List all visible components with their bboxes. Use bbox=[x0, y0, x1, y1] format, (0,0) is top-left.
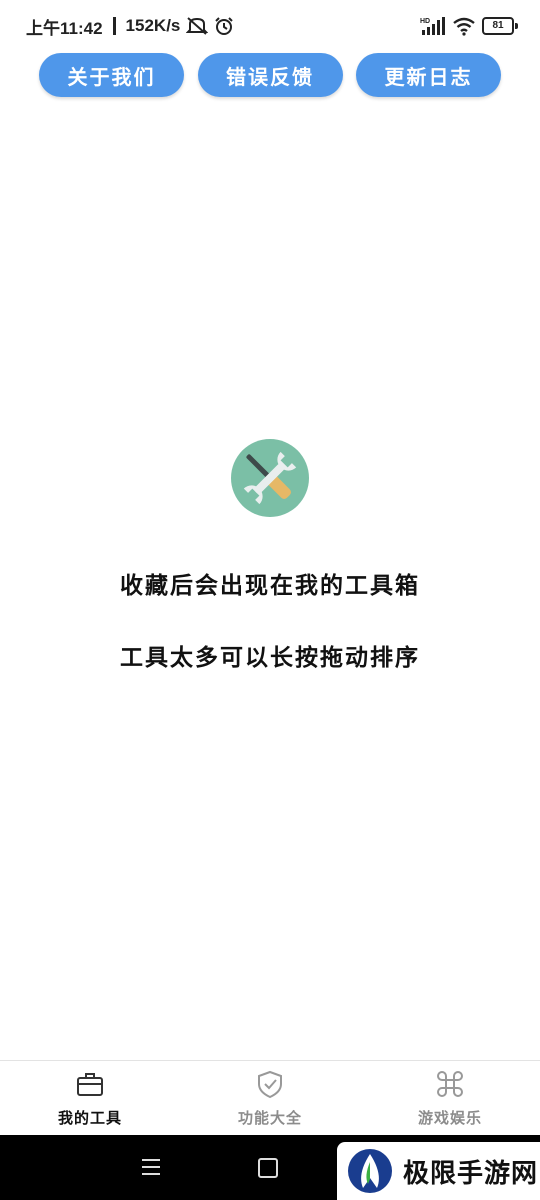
system-menu-button[interactable] bbox=[142, 1159, 160, 1175]
nav-my-tools[interactable]: 我的工具 bbox=[0, 1061, 180, 1136]
watermark: 极限手游网 bbox=[337, 1142, 540, 1200]
tools-icon bbox=[231, 439, 309, 517]
system-home-button[interactable] bbox=[258, 1158, 278, 1178]
network-speed: 152K/s bbox=[125, 16, 181, 35]
site-logo-icon bbox=[348, 1149, 392, 1193]
empty-hint-favorites: 收藏后会出现在我的工具箱 bbox=[120, 573, 420, 599]
empty-state: 收藏后会出现在我的工具箱 工具太多可以长按拖动排序 bbox=[0, 438, 540, 672]
shield-check-icon bbox=[258, 1070, 282, 1099]
watermark-text: 极限手游网 bbox=[403, 1158, 539, 1189]
nav-label-all-features: 功能大全 bbox=[237, 1109, 302, 1127]
alarm-icon bbox=[215, 17, 234, 35]
status-right: HD 81 bbox=[420, 16, 518, 36]
battery-level: 81 bbox=[482, 17, 514, 35]
nav-label-my-tools: 我的工具 bbox=[57, 1109, 122, 1127]
command-icon bbox=[437, 1071, 463, 1097]
empty-hint-reorder: 工具太多可以长按拖动排序 bbox=[120, 645, 420, 671]
wifi-icon bbox=[453, 17, 475, 36]
status-bar: 上午11:42 152K/s HD 81 bbox=[0, 0, 540, 52]
top-action-bar: 关于我们 错误反馈 更新日志 bbox=[39, 53, 501, 97]
error-feedback-button[interactable]: 错误反馈 bbox=[197, 53, 343, 97]
briefcase-icon bbox=[77, 1073, 103, 1096]
nav-all-features[interactable]: 功能大全 bbox=[180, 1061, 360, 1136]
nav-games[interactable]: 游戏娱乐 bbox=[360, 1061, 540, 1136]
status-left: 上午11:42 152K/s bbox=[26, 14, 234, 39]
about-us-button[interactable]: 关于我们 bbox=[39, 53, 184, 97]
cellular-signal-icon: HD bbox=[420, 17, 445, 35]
nav-label-games: 游戏娱乐 bbox=[417, 1109, 482, 1127]
bottom-nav: 我的工具 功能大全 游戏娱乐 bbox=[0, 1060, 540, 1136]
changelog-button[interactable]: 更新日志 bbox=[356, 53, 501, 97]
battery-icon: 81 bbox=[482, 17, 518, 35]
status-separator bbox=[112, 17, 116, 35]
signal-hd-label: HD bbox=[420, 18, 430, 25]
mute-icon bbox=[186, 17, 209, 35]
status-time: 上午11:42 bbox=[26, 18, 103, 38]
